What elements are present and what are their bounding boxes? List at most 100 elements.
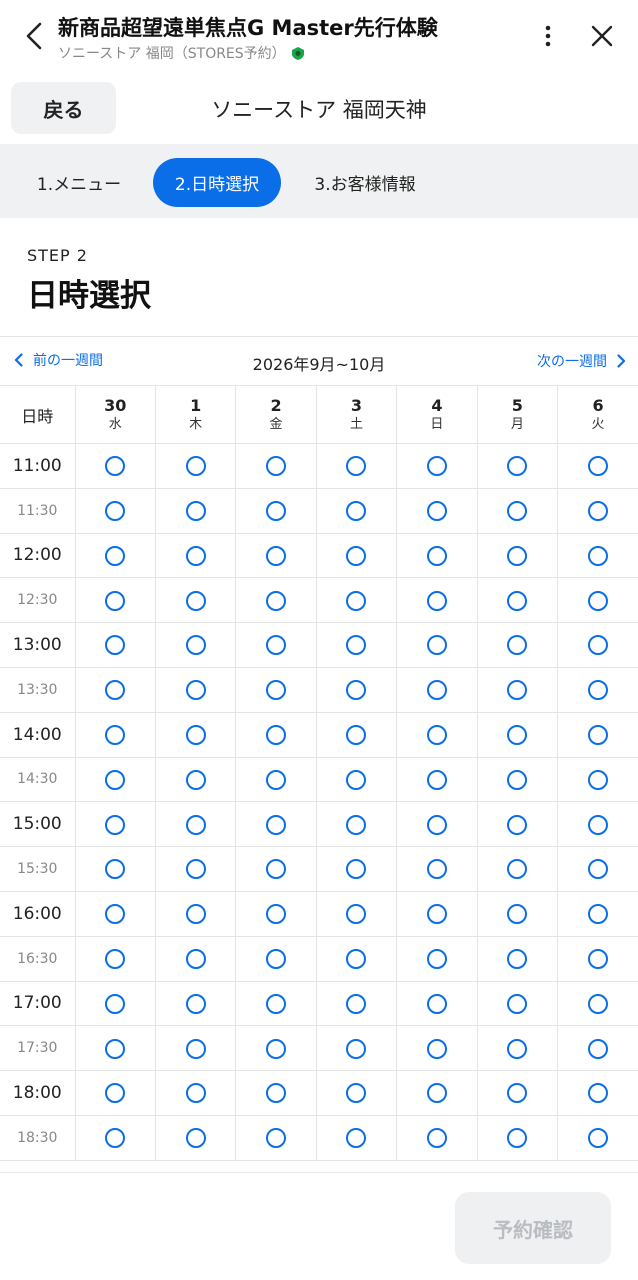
- slot-cell[interactable]: [557, 935, 638, 982]
- slot-cell[interactable]: [315, 890, 398, 937]
- step-customer-info[interactable]: 3.お客様情報: [300, 158, 430, 207]
- available-circle-icon[interactable]: [185, 859, 206, 880]
- slot-cell[interactable]: [315, 1025, 398, 1072]
- slot-cell[interactable]: [396, 622, 478, 668]
- available-circle-icon[interactable]: [588, 545, 609, 566]
- available-circle-icon[interactable]: [507, 680, 528, 701]
- available-circle-icon[interactable]: [266, 859, 287, 880]
- available-circle-icon[interactable]: [266, 1083, 287, 1104]
- slot-cell[interactable]: [476, 711, 559, 758]
- slot-cell[interactable]: [154, 1114, 237, 1161]
- available-circle-icon[interactable]: [266, 724, 287, 745]
- available-circle-icon[interactable]: [105, 724, 126, 745]
- slot-cell[interactable]: [315, 666, 398, 713]
- slot-cell[interactable]: [235, 756, 317, 803]
- available-circle-icon[interactable]: [105, 680, 126, 701]
- available-circle-icon[interactable]: [185, 724, 206, 745]
- slot-cell[interactable]: [396, 935, 478, 982]
- available-circle-icon[interactable]: [346, 1038, 367, 1059]
- slot-cell[interactable]: [557, 711, 638, 758]
- available-circle-icon[interactable]: [588, 814, 609, 835]
- slot-cell[interactable]: [74, 1025, 156, 1072]
- available-circle-icon[interactable]: [185, 1128, 206, 1149]
- slot-cell[interactable]: [154, 756, 237, 803]
- available-circle-icon[interactable]: [426, 456, 447, 477]
- available-circle-icon[interactable]: [105, 456, 126, 477]
- available-circle-icon[interactable]: [588, 769, 609, 790]
- slot-cell[interactable]: [154, 443, 237, 489]
- slot-cell[interactable]: [476, 532, 559, 579]
- slot-cell[interactable]: [476, 801, 559, 848]
- slot-cell[interactable]: [557, 622, 638, 668]
- slot-cell[interactable]: [476, 443, 559, 489]
- available-circle-icon[interactable]: [588, 590, 609, 611]
- close-icon[interactable]: [584, 18, 620, 54]
- available-circle-icon[interactable]: [588, 724, 609, 745]
- available-circle-icon[interactable]: [426, 769, 447, 790]
- available-circle-icon[interactable]: [185, 500, 206, 521]
- available-circle-icon[interactable]: [426, 948, 447, 969]
- available-circle-icon[interactable]: [507, 948, 528, 969]
- slot-cell[interactable]: [74, 711, 156, 758]
- available-circle-icon[interactable]: [346, 1128, 367, 1149]
- slot-cell[interactable]: [235, 801, 317, 848]
- slot-cell[interactable]: [74, 577, 156, 624]
- slot-cell[interactable]: [476, 487, 559, 534]
- slot-cell[interactable]: [74, 1070, 156, 1116]
- slot-cell[interactable]: [557, 846, 638, 892]
- available-circle-icon[interactable]: [507, 590, 528, 611]
- slot-cell[interactable]: [315, 801, 398, 848]
- slot-cell[interactable]: [154, 577, 237, 624]
- slot-cell[interactable]: [74, 443, 156, 489]
- slot-cell[interactable]: [235, 711, 317, 758]
- slot-cell[interactable]: [235, 890, 317, 937]
- available-circle-icon[interactable]: [185, 814, 206, 835]
- available-circle-icon[interactable]: [346, 724, 367, 745]
- available-circle-icon[interactable]: [588, 456, 609, 477]
- slot-cell[interactable]: [315, 487, 398, 534]
- slot-cell[interactable]: [557, 443, 638, 489]
- available-circle-icon[interactable]: [346, 590, 367, 611]
- available-circle-icon[interactable]: [507, 769, 528, 790]
- available-circle-icon[interactable]: [507, 904, 528, 925]
- available-circle-icon[interactable]: [346, 635, 367, 656]
- available-circle-icon[interactable]: [426, 904, 447, 925]
- slot-cell[interactable]: [235, 487, 317, 534]
- slot-cell[interactable]: [235, 980, 317, 1027]
- slot-cell[interactable]: [476, 1070, 559, 1116]
- slot-cell[interactable]: [315, 846, 398, 892]
- slot-cell[interactable]: [476, 666, 559, 713]
- back-arrow-icon[interactable]: [14, 16, 54, 56]
- slot-cell[interactable]: [235, 935, 317, 982]
- available-circle-icon[interactable]: [185, 456, 206, 477]
- slot-cell[interactable]: [396, 980, 478, 1027]
- available-circle-icon[interactable]: [426, 1128, 447, 1149]
- available-circle-icon[interactable]: [426, 1038, 447, 1059]
- available-circle-icon[interactable]: [507, 859, 528, 880]
- available-circle-icon[interactable]: [346, 814, 367, 835]
- available-circle-icon[interactable]: [105, 948, 126, 969]
- available-circle-icon[interactable]: [266, 1128, 287, 1149]
- slot-cell[interactable]: [557, 1114, 638, 1161]
- slot-cell[interactable]: [74, 890, 156, 937]
- available-circle-icon[interactable]: [507, 1038, 528, 1059]
- slot-cell[interactable]: [315, 935, 398, 982]
- available-circle-icon[interactable]: [507, 814, 528, 835]
- available-circle-icon[interactable]: [507, 456, 528, 477]
- available-circle-icon[interactable]: [426, 545, 447, 566]
- available-circle-icon[interactable]: [105, 1083, 126, 1104]
- slot-cell[interactable]: [154, 935, 237, 982]
- available-circle-icon[interactable]: [185, 1083, 206, 1104]
- available-circle-icon[interactable]: [185, 769, 206, 790]
- slot-cell[interactable]: [396, 532, 478, 579]
- available-circle-icon[interactable]: [588, 904, 609, 925]
- available-circle-icon[interactable]: [588, 500, 609, 521]
- slot-cell[interactable]: [557, 890, 638, 937]
- available-circle-icon[interactable]: [346, 859, 367, 880]
- slot-cell[interactable]: [154, 666, 237, 713]
- slot-cell[interactable]: [235, 1114, 317, 1161]
- available-circle-icon[interactable]: [266, 590, 287, 611]
- available-circle-icon[interactable]: [266, 680, 287, 701]
- slot-cell[interactable]: [315, 1114, 398, 1161]
- slot-cell[interactable]: [235, 532, 317, 579]
